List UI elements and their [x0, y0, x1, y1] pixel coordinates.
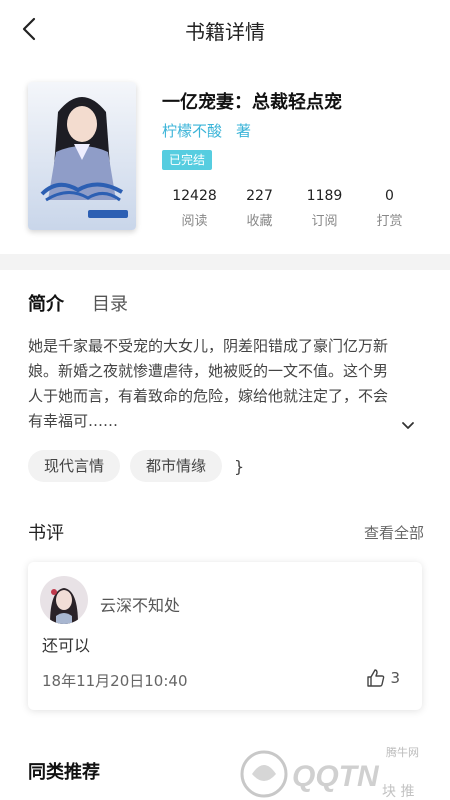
stat-value: 227: [246, 188, 273, 204]
author-suffix: 著: [236, 122, 252, 140]
stat-label: 收藏: [246, 214, 273, 229]
book-title: 一亿宠妻：总裁轻点宠: [162, 92, 342, 113]
stat-label: 订阅: [311, 214, 338, 229]
avatar[interactable]: [40, 576, 88, 624]
status-badge: 已完结: [162, 150, 213, 170]
book-intro-text: 她是千家最不受宠的大女儿，阴差阳错成了豪门亿万新娘。新婚之夜就惨遭虐待，她被贬的…: [28, 337, 389, 430]
tab-catalog[interactable]: 目录: [92, 290, 128, 320]
page-title: 书籍详情: [185, 20, 265, 44]
like-button[interactable]: 3: [366, 668, 400, 688]
watermark-site: 腾牛网: [386, 745, 419, 759]
tag-modern-romance[interactable]: 现代言情: [28, 450, 121, 482]
chevron-down-icon[interactable]: [400, 418, 416, 434]
stat-value: 1189: [306, 188, 343, 204]
thumbs-up-icon: [367, 669, 385, 687]
stat-label: 打赏: [376, 214, 403, 229]
section-divider: [0, 254, 450, 270]
stat-reads: 12428 阅读: [162, 188, 227, 232]
reviewer-name[interactable]: 云深不知处: [100, 592, 180, 616]
author-name[interactable]: 柠檬不酸: [162, 122, 222, 140]
stat-label: 阅读: [181, 214, 208, 229]
qqtn-watermark-logo: QQTN 腾牛网 块 推: [236, 738, 436, 800]
like-count: 3: [390, 669, 400, 687]
stat-favorites: 227 收藏: [227, 188, 292, 232]
book-info-section: 一亿宠妻：总裁轻点宠 柠檬不酸著 已完结 12428 阅读 227 收藏 118…: [0, 58, 450, 254]
watermark-brand: QQTN: [292, 760, 380, 793]
similar-books-title: 同类推荐: [28, 762, 100, 783]
tags-trailing-text: }: [234, 456, 245, 476]
review-card[interactable]: 云深不知处 还可以 18年11月20日10:40 3: [28, 562, 422, 710]
detail-tabs: 简介 目录: [28, 290, 156, 320]
stat-subscriptions: 1189 订阅: [292, 188, 357, 232]
book-cover-image[interactable]: [28, 82, 136, 230]
tab-intro[interactable]: 简介: [28, 290, 64, 320]
view-all-reviews-link[interactable]: 查看全部: [364, 522, 424, 543]
review-header: 书评 查看全部: [28, 519, 424, 545]
review-timestamp: 18年11月20日10:40: [42, 672, 188, 690]
genre-tags: 现代言情 都市情缘 }: [28, 450, 244, 482]
review-section-title: 书评: [28, 523, 64, 544]
book-stats: 12428 阅读 227 收藏 1189 订阅 0 打赏: [162, 188, 422, 232]
review-text: 还可以: [42, 636, 91, 655]
book-author[interactable]: 柠檬不酸著: [162, 120, 251, 141]
app-header: 书籍详情: [0, 0, 450, 58]
watermark-cn: 块 推: [382, 784, 414, 800]
stat-value: 12428: [172, 188, 217, 204]
stat-tips: 0 打赏: [357, 188, 422, 232]
stat-value: 0: [385, 188, 394, 204]
tag-urban-romance[interactable]: 都市情缘: [130, 450, 223, 482]
